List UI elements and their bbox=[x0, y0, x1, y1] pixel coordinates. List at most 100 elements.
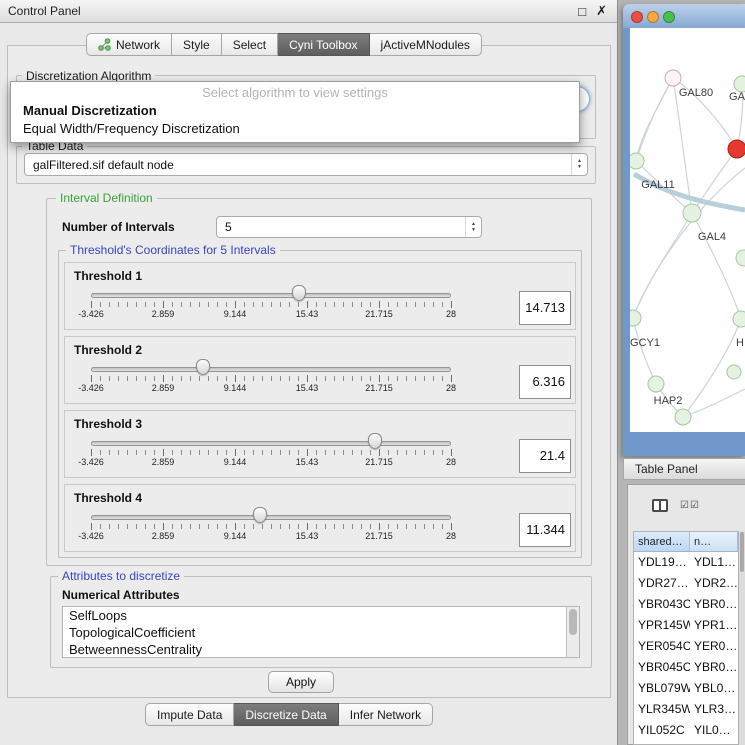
number-of-intervals-combobox[interactable]: 5 ▲ ▼ bbox=[216, 216, 482, 238]
threshold-panel: Threshold 1 -3.4262.8599.14415.4321.7152… bbox=[64, 262, 576, 330]
attributes-group-title: Attributes to discretize bbox=[58, 569, 184, 583]
tab-cyni-toolbox[interactable]: Cyni Toolbox bbox=[278, 33, 369, 56]
slider-scale-label: 15.43 bbox=[296, 383, 319, 393]
tab-style[interactable]: Style bbox=[172, 33, 222, 56]
table-data-combobox[interactable]: galFiltered.sif default node ▲ ▼ bbox=[24, 153, 588, 176]
minimize-button[interactable] bbox=[647, 11, 659, 23]
attribute-item[interactable]: SelfLoops bbox=[63, 607, 579, 624]
network-node-label: GAL4 bbox=[698, 231, 726, 243]
threshold-label: Threshold 1 bbox=[74, 269, 142, 283]
threshold-slider-track[interactable] bbox=[91, 515, 451, 520]
network-node[interactable] bbox=[734, 76, 745, 92]
close-window-icon[interactable]: ✗ bbox=[596, 3, 607, 19]
network-node[interactable] bbox=[648, 376, 664, 392]
stepper-icon[interactable]: ▲ ▼ bbox=[465, 217, 481, 237]
table-cell: YPR1… bbox=[690, 615, 738, 636]
dropdown-option-manual-discretization[interactable]: Manual Discretization bbox=[11, 102, 579, 120]
number-of-intervals-label: Number of Intervals bbox=[62, 220, 175, 234]
table-cell: YBR0… bbox=[690, 657, 738, 678]
select-columns-icon[interactable]: ☑☑ bbox=[680, 500, 700, 511]
network-node[interactable] bbox=[630, 153, 644, 169]
table-row[interactable]: YDL19…YDL1… bbox=[634, 552, 738, 573]
table-row[interactable]: YDR27…YDR2… bbox=[634, 573, 738, 594]
thresholds-group-title: Threshold's Coordinates for 5 Intervals bbox=[66, 243, 280, 257]
apply-button[interactable]: Apply bbox=[268, 671, 334, 693]
network-window-titlebar[interactable] bbox=[623, 4, 745, 28]
table-row[interactable]: YBL079WYBL0… bbox=[634, 678, 738, 699]
table-row[interactable]: YER054CYER0… bbox=[634, 636, 738, 657]
network-node[interactable] bbox=[665, 70, 681, 86]
network-node[interactable] bbox=[733, 311, 745, 327]
slider-scale-label: -3.426 bbox=[78, 457, 104, 467]
network-canvas[interactable]: GAL80GAGAL11GAL4GCY1HHAP2 bbox=[630, 28, 745, 432]
tab-select[interactable]: Select bbox=[222, 33, 278, 56]
network-edge[interactable] bbox=[633, 213, 692, 318]
table-row[interactable]: YBR043CYBR0… bbox=[634, 594, 738, 615]
network-edge[interactable] bbox=[636, 78, 673, 161]
slider-scale-label: -3.426 bbox=[78, 383, 104, 393]
tab-jactivemnodules[interactable]: jActiveMNodules bbox=[370, 33, 482, 56]
threshold-value-field[interactable]: 21.4 bbox=[519, 439, 571, 473]
threshold-slider-thumb[interactable] bbox=[368, 433, 382, 449]
network-canvas-svg: GAL80GAGAL11GAL4GCY1HHAP2 bbox=[630, 28, 745, 432]
control-panel-titlebar[interactable]: Control Panel □ ✗ bbox=[0, 0, 617, 23]
table-row[interactable]: YBR045CYBR0… bbox=[634, 657, 738, 678]
attributes-listbox[interactable]: SelfLoopsTopologicalCoefficientBetweenne… bbox=[62, 606, 580, 658]
network-node[interactable] bbox=[675, 409, 691, 425]
attribute-item[interactable]: TopologicalCoefficient bbox=[63, 624, 579, 641]
column-header-shared-name[interactable]: shared… bbox=[634, 532, 690, 552]
threshold-panel: Threshold 2 -3.4262.8599.14415.4321.7152… bbox=[64, 336, 576, 404]
threshold-slider-thumb[interactable] bbox=[253, 507, 267, 523]
tab-impute-data[interactable]: Impute Data bbox=[145, 703, 234, 726]
columns-icon[interactable] bbox=[652, 499, 668, 512]
network-node[interactable] bbox=[728, 140, 745, 158]
table-row[interactable]: YIL052CYIL0… bbox=[634, 720, 738, 741]
attribute-item[interactable]: BetweennessCentrality bbox=[63, 641, 579, 658]
table-scrollbar[interactable] bbox=[738, 531, 745, 745]
slider-scale-label: 2.859 bbox=[152, 531, 175, 541]
network-node[interactable] bbox=[727, 365, 741, 379]
close-button[interactable] bbox=[631, 11, 643, 23]
tab-discretize-data[interactable]: Discretize Data bbox=[234, 703, 338, 726]
network-node-label: HAP2 bbox=[654, 395, 683, 407]
network-node[interactable] bbox=[683, 204, 701, 222]
table-cell: YDR2… bbox=[690, 573, 738, 594]
zoom-button[interactable] bbox=[663, 11, 675, 23]
network-edge[interactable] bbox=[633, 318, 656, 384]
slider-scale-label: 15.43 bbox=[296, 531, 319, 541]
float-window-icon[interactable]: □ bbox=[578, 4, 586, 19]
stepper-icon[interactable]: ▲ ▼ bbox=[571, 154, 587, 175]
threshold-label: Threshold 4 bbox=[74, 491, 142, 505]
threshold-value-field[interactable]: 14.713 bbox=[519, 291, 571, 325]
threshold-value-field[interactable]: 11.344 bbox=[519, 513, 571, 547]
slider-scale-label: 21.715 bbox=[365, 309, 393, 319]
network-edge[interactable] bbox=[683, 389, 745, 417]
dropdown-option-equal-width-frequency[interactable]: Equal Width/Frequency Discretization bbox=[11, 120, 579, 138]
attributes-scrollbar[interactable] bbox=[566, 607, 579, 657]
node-table[interactable]: shared… n… YDL19…YDL1…YDR27…YDR2…YBR043C… bbox=[633, 531, 739, 745]
threshold-slider-thumb[interactable] bbox=[196, 359, 210, 375]
table-panel-title: Table Panel bbox=[624, 462, 698, 476]
threshold-slider-track[interactable] bbox=[91, 367, 451, 372]
tab-label: Impute Data bbox=[157, 708, 222, 722]
slider-scale: -3.4262.8599.14415.4321.71528 bbox=[65, 457, 575, 469]
threshold-slider-thumb[interactable] bbox=[292, 285, 306, 301]
network-node-label: GAL80 bbox=[679, 87, 713, 99]
threshold-slider-track[interactable] bbox=[91, 441, 451, 446]
table-row[interactable]: YPR145WYPR1… bbox=[634, 615, 738, 636]
slider-scale-label: 15.43 bbox=[296, 309, 319, 319]
table-panel-titlebar[interactable]: Table Panel bbox=[623, 458, 745, 480]
network-edge[interactable] bbox=[636, 78, 673, 161]
network-node[interactable] bbox=[630, 310, 641, 326]
threshold-slider-track[interactable] bbox=[91, 293, 451, 298]
bottom-tab-bar: Impute Data Discretize Data Infer Networ… bbox=[145, 703, 433, 726]
threshold-value-field[interactable]: 6.316 bbox=[519, 365, 571, 399]
table-row[interactable]: YLR345WYLR3… bbox=[634, 699, 738, 720]
network-node[interactable] bbox=[736, 250, 745, 266]
table-body: YDL19…YDL1…YDR27…YDR2…YBR043CYBR0…YPR145… bbox=[634, 552, 738, 741]
column-header-name[interactable]: n… bbox=[690, 532, 738, 552]
tab-network[interactable]: Network bbox=[86, 33, 172, 56]
network-edge[interactable] bbox=[692, 213, 741, 319]
tab-infer-network[interactable]: Infer Network bbox=[339, 703, 433, 726]
tab-label: Style bbox=[183, 38, 210, 52]
